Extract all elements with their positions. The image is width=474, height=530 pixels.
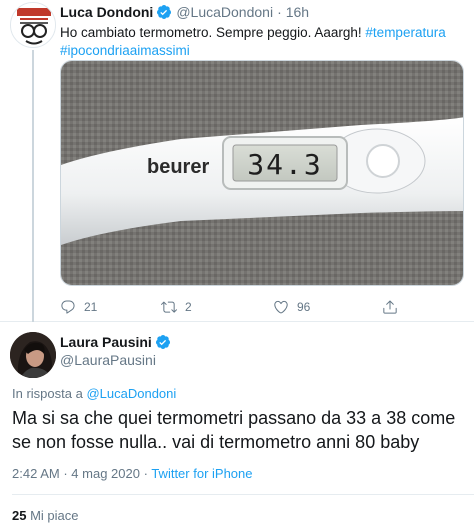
- thermometer-reading: 34.3: [247, 148, 322, 181]
- like-count: 96: [297, 300, 311, 314]
- original-tweet[interactable]: Luca Dondoni @LucaDondoni · 16h Ho cambi…: [0, 0, 474, 322]
- thermometer-brand: beurer: [147, 156, 209, 178]
- reply-text: Ma si sa che quei termometri passano da …: [12, 408, 456, 452]
- like-button[interactable]: 96: [273, 299, 310, 315]
- reply-author-name-row: Laura Pausini: [60, 334, 171, 350]
- retweet-count: 2: [185, 300, 192, 314]
- author-handle[interactable]: @LucaDondoni: [176, 4, 273, 20]
- reply-count: 21: [84, 300, 98, 314]
- reply-tweet[interactable]: Laura Pausini @LauraPausini In risposta …: [0, 322, 474, 530]
- verified-badge-icon: [155, 335, 170, 349]
- reply-author-handle[interactable]: @LauraPausini: [60, 352, 156, 368]
- share-button[interactable]: [382, 299, 398, 315]
- share-icon: [383, 300, 397, 314]
- divider: [12, 494, 474, 495]
- reply-time[interactable]: 2:42 AM: [12, 466, 60, 481]
- retweet-button[interactable]: 2: [161, 299, 192, 315]
- replying-to: In risposta a @LucaDondoni: [12, 386, 176, 401]
- tweet-text: Ho cambiato termometro. Sempre peggio. A…: [60, 24, 460, 60]
- reply-likes-stat[interactable]: 25 Mi piace: [12, 508, 79, 523]
- tweet-body: Ho cambiato termometro. Sempre peggio. A…: [60, 25, 362, 40]
- hashtag-ipocondriaaimassimi[interactable]: #ipocondriaaimassimi: [60, 43, 190, 58]
- tweet-time[interactable]: 16h: [286, 4, 309, 20]
- tweet-header: Luca Dondoni @LucaDondoni · 16h: [60, 2, 309, 22]
- replying-to-handle-link[interactable]: @LucaDondoni: [86, 386, 176, 401]
- hashtag-temperatura[interactable]: #temperatura: [365, 25, 445, 40]
- reply-button[interactable]: 21: [60, 299, 97, 315]
- reply-likes-label: Mi piace: [30, 508, 79, 523]
- retweet-icon: [161, 301, 177, 313]
- verified-badge-icon: [157, 5, 172, 19]
- reply-metadata: 2:42 AM · 4 mag 2020 · Twitter for iPhon…: [12, 466, 252, 481]
- reply-icon: [61, 300, 75, 314]
- header-separator: ·: [277, 4, 282, 20]
- avatar-luca-dondoni[interactable]: [10, 2, 56, 48]
- meta-separator: ·: [63, 466, 68, 481]
- thread-connector-line: [32, 50, 34, 322]
- reply-likes-count: 25: [12, 508, 27, 523]
- like-icon: [274, 300, 288, 314]
- tweet-photo[interactable]: beurer 34.3: [60, 60, 464, 286]
- replying-to-prefix: In risposta a: [12, 386, 83, 401]
- reply-author-display-name[interactable]: Laura Pausini: [60, 334, 152, 350]
- author-display-name[interactable]: Luca Dondoni: [60, 4, 153, 20]
- reply-source-link[interactable]: Twitter for iPhone: [151, 466, 252, 481]
- meta-separator: ·: [143, 466, 148, 481]
- reply-date[interactable]: 4 mag 2020: [71, 466, 140, 481]
- avatar-laura-pausini[interactable]: [10, 332, 56, 378]
